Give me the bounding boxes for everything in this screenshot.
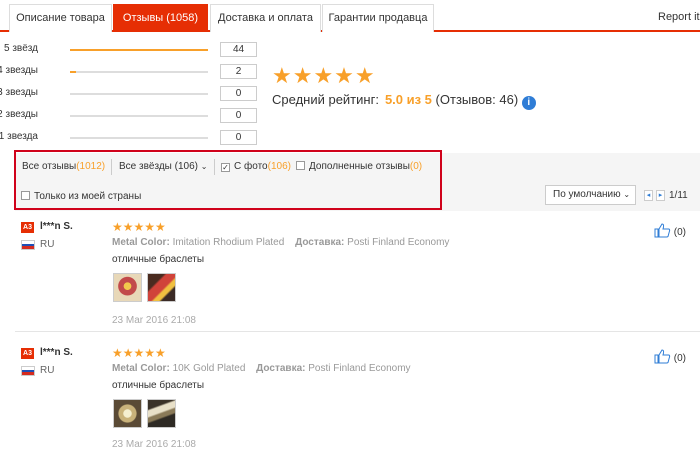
metal-color-label: Metal Color: bbox=[112, 363, 170, 374]
rating-bar bbox=[70, 71, 208, 73]
reviewer-country: RU bbox=[40, 239, 55, 250]
rating-row-label: 3 звезды bbox=[0, 87, 38, 98]
tab-bar: Описание товара Отзывы (1058) Доставка и… bbox=[0, 0, 700, 32]
average-rating-value: 5.0 из 5 bbox=[384, 92, 432, 107]
rating-row-2[interactable]: 2 звезды 0 bbox=[0, 108, 270, 124]
rating-bar bbox=[70, 137, 208, 139]
review-date: 23 Mar 2016 21:08 bbox=[112, 315, 196, 326]
thumbs-up-icon bbox=[654, 223, 671, 238]
average-rating-label: Средний рейтинг: bbox=[272, 92, 379, 107]
rating-count: 0 bbox=[220, 108, 257, 123]
shipping-label: Доставка: bbox=[256, 363, 306, 374]
review-stars: ★★★★★ bbox=[112, 220, 166, 234]
shipping-label: Доставка: bbox=[295, 237, 345, 248]
page-next-button[interactable]: ▸ bbox=[656, 190, 665, 201]
helpful-count: (0) bbox=[673, 353, 687, 364]
thumbs-up-icon bbox=[654, 349, 671, 364]
chevron-down-icon: ⌄ bbox=[623, 190, 631, 199]
russia-flag-icon bbox=[21, 240, 35, 250]
user-level-badge: A3 bbox=[21, 348, 34, 359]
rating-row-4[interactable]: 4 звезды 2 bbox=[0, 64, 270, 80]
helpful-count: (0) bbox=[673, 227, 687, 238]
tab-reviews[interactable]: Отзывы (1058) bbox=[113, 4, 208, 32]
review-photo[interactable] bbox=[113, 399, 142, 428]
user-level-badge: A3 bbox=[21, 222, 34, 233]
rating-row-label: 2 звезды bbox=[0, 109, 38, 120]
rating-bar-fill bbox=[70, 71, 77, 73]
shipping-value: Posti Finland Economy bbox=[308, 363, 411, 374]
reviewer-name: l***n S. bbox=[40, 347, 73, 358]
reviewer-country: RU bbox=[40, 365, 55, 376]
rating-row-label: 4 звезды bbox=[0, 65, 38, 76]
rating-bar bbox=[70, 49, 208, 51]
russia-flag-icon bbox=[21, 366, 35, 376]
rating-row-1[interactable]: 1 звезда 0 bbox=[0, 130, 270, 146]
review-text: отличные браслеты bbox=[112, 254, 205, 265]
review-date: 23 Mar 2016 21:08 bbox=[112, 439, 196, 450]
review-photo[interactable] bbox=[147, 399, 176, 428]
rating-count: 0 bbox=[220, 130, 257, 145]
rating-row-3[interactable]: 3 звезды 0 bbox=[0, 86, 270, 102]
review-text: отличные браслеты bbox=[112, 380, 205, 391]
average-stars: ★★★★★ bbox=[272, 63, 376, 88]
rating-bar-fill bbox=[70, 49, 208, 51]
average-rating: Средний рейтинг: 5.0 из 5 (Отзывов: 46) i bbox=[272, 92, 536, 110]
report-item-link[interactable]: Report iten bbox=[658, 11, 700, 23]
metal-color-value: 10K Gold Plated bbox=[172, 363, 246, 374]
tab-shipping-payment[interactable]: Доставка и оплата bbox=[210, 4, 321, 32]
metal-color-value: Imitation Rhodium Plated bbox=[172, 237, 285, 248]
reviews-count: (Отзывов: 46) bbox=[435, 92, 519, 107]
rating-row-5[interactable]: 5 звёзд 44 bbox=[0, 42, 270, 58]
sort-dropdown[interactable]: По умолчанию ⌄ bbox=[545, 185, 636, 205]
review-meta: Metal Color: 10K Gold Plated Доставка: P… bbox=[112, 363, 411, 374]
rating-count: 0 bbox=[220, 86, 257, 101]
tab-description[interactable]: Описание товара bbox=[9, 4, 112, 32]
rating-count: 2 bbox=[220, 64, 257, 79]
helpful-button[interactable]: (0) bbox=[654, 349, 686, 364]
tab-seller-guarantees[interactable]: Гарантии продавца bbox=[322, 4, 434, 32]
helpful-button[interactable]: (0) bbox=[654, 223, 686, 238]
rating-count: 44 bbox=[220, 42, 257, 57]
divider bbox=[15, 331, 700, 332]
rating-bar bbox=[70, 93, 208, 95]
rating-row-label: 5 звёзд bbox=[4, 43, 38, 54]
page-prev-button[interactable]: ◂ bbox=[644, 190, 653, 201]
info-icon[interactable]: i bbox=[521, 96, 536, 110]
shipping-value: Posti Finland Economy bbox=[347, 237, 450, 248]
review-photo[interactable] bbox=[147, 273, 176, 302]
review-photo[interactable] bbox=[113, 273, 142, 302]
metal-color-label: Metal Color: bbox=[112, 237, 170, 248]
reviewer-name: l***n S. bbox=[40, 221, 73, 232]
rating-row-label: 1 звезда bbox=[0, 131, 38, 142]
sort-dropdown-label: По умолчанию bbox=[553, 189, 621, 200]
review-stars: ★★★★★ bbox=[112, 346, 166, 360]
rating-bar bbox=[70, 115, 208, 117]
page-indicator: 1/11 bbox=[669, 190, 688, 201]
highlight-box bbox=[14, 150, 442, 210]
review-meta: Metal Color: Imitation Rhodium Plated До… bbox=[112, 237, 449, 248]
